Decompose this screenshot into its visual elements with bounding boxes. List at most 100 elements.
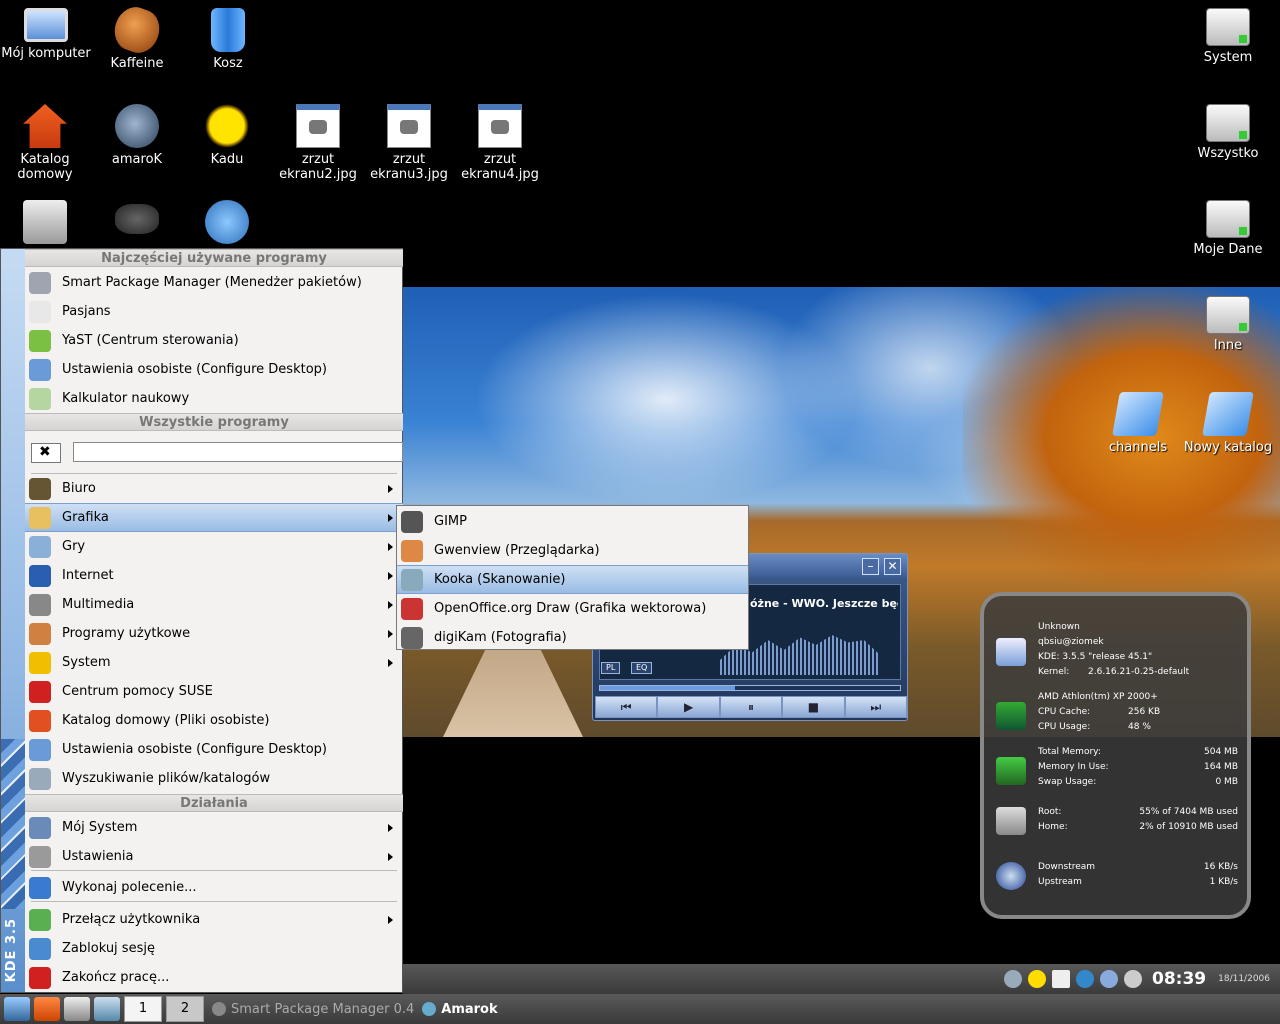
menu-item-action[interactable]: Ustawienia xyxy=(25,842,403,871)
submenu-arrow-icon xyxy=(388,600,393,609)
submenu-item[interactable]: Gwenview (Przeglądarka) xyxy=(397,536,748,565)
pager-desktop-2[interactable]: 2 xyxy=(166,996,204,1022)
menu-item-action[interactable]: Przełącz użytkownika xyxy=(25,905,403,934)
amarok-tray-icon[interactable] xyxy=(1076,970,1094,988)
volume-icon[interactable] xyxy=(1004,970,1022,988)
clock[interactable]: 08:39 xyxy=(1152,969,1206,989)
task-amarok[interactable]: Amarok xyxy=(422,996,498,1022)
desktop-icon-other-drive[interactable]: Inne xyxy=(1183,296,1273,353)
klipper-icon[interactable] xyxy=(1052,970,1070,988)
desktop-icon-amarok[interactable]: amaroK xyxy=(92,104,182,167)
menu-item-category[interactable]: Multimedia xyxy=(25,590,403,619)
menu-item-label: Katalog domowy (Pliki osobiste) xyxy=(62,713,270,728)
menu-item-category[interactable]: Ustawienia osobiste (Configure Desktop) xyxy=(25,735,403,764)
equalizer-button[interactable]: EQ xyxy=(631,662,653,674)
network-icon[interactable] xyxy=(1100,970,1118,988)
package-manager-icon xyxy=(212,1002,226,1016)
task-label: Smart Package Manager 0.4 xyxy=(231,1001,415,1017)
network-value: 16 KB/s xyxy=(1203,862,1238,872)
realplayer-icon xyxy=(205,200,249,244)
harddisk-icon xyxy=(996,807,1026,835)
desktop-icon-home[interactable]: Katalog domowy xyxy=(0,104,90,182)
pause-button[interactable]: ⏸ xyxy=(719,696,783,718)
menu-item-category[interactable]: Katalog domowy (Pliki osobiste) xyxy=(25,706,403,735)
pager-desktop-1[interactable]: 1 xyxy=(124,996,162,1022)
submenu-item[interactable]: digiKam (Fotografia) xyxy=(397,623,748,652)
submenu-arrow-icon xyxy=(388,571,393,580)
play-button[interactable]: ▶ xyxy=(657,696,720,718)
desktop-icon-trash[interactable]: Kosz xyxy=(183,8,273,71)
kmenu-button-icon[interactable] xyxy=(4,997,30,1021)
menu-item-frequent[interactable]: Smart Package Manager (Menedżer pakietów… xyxy=(25,268,403,297)
suse-updater-icon[interactable] xyxy=(1124,970,1142,988)
desktop-icon-gimp[interactable] xyxy=(92,204,182,246)
menu-item-category[interactable]: Programy użytkowe xyxy=(25,619,403,648)
home-icon[interactable] xyxy=(34,997,60,1021)
menu-item-category[interactable]: System xyxy=(25,648,403,677)
kicker-panel-lower: 1 2 Smart Package Manager 0.4 Amarok xyxy=(0,994,1280,1024)
stop-button[interactable]: ■ xyxy=(782,696,845,718)
seek-fill xyxy=(600,686,735,690)
minimize-button[interactable]: – xyxy=(862,558,879,575)
next-button[interactable]: ⏭ xyxy=(844,696,908,718)
menu-item-action[interactable]: Zablokuj sesję xyxy=(25,934,403,963)
section-header-all: Wszystkie programy xyxy=(25,413,403,431)
desktop-icon-kaffeine[interactable]: Kaffeine xyxy=(92,1,182,71)
menu-item-category[interactable]: Grafika xyxy=(25,503,403,532)
playlist-button[interactable]: PL xyxy=(601,662,621,674)
kde-start-menu: KDE 3.5 Najczęściej używane programy Wsz… xyxy=(0,248,403,993)
menu-item-frequent[interactable]: Pasjans xyxy=(25,297,403,326)
games-icon xyxy=(29,535,51,558)
submenu-item[interactable]: GIMP xyxy=(397,507,748,536)
graphics-icon xyxy=(29,506,51,529)
desktop-icon-printer[interactable] xyxy=(0,200,90,246)
seek-slider[interactable] xyxy=(599,685,901,691)
menu-item-action[interactable]: Wykonaj polecenie... xyxy=(25,873,403,902)
menu-item-action[interactable]: Zakończ pracę... xyxy=(25,963,403,992)
desktop-icon-all-drive[interactable]: Wszystko xyxy=(1183,104,1273,161)
desktop-icon-new-folder[interactable]: Nowy katalog xyxy=(1183,392,1273,455)
submenu-item[interactable]: OpenOffice.org Draw (Grafika wektorowa) xyxy=(397,594,748,623)
desktop-icon-system-drive[interactable]: System xyxy=(1183,8,1273,65)
menu-item-category[interactable]: Gry xyxy=(25,532,403,561)
kmenu-sidebar: KDE 3.5 xyxy=(1,249,25,992)
kicker-panel-upper: 08:39 18/11/2006 xyxy=(403,964,1280,994)
kadu-sun-icon[interactable] xyxy=(1028,970,1046,988)
menu-item-frequent[interactable]: Kalkulator naukowy xyxy=(25,384,403,413)
menu-item-frequent[interactable]: Ustawienia osobiste (Configure Desktop) xyxy=(25,355,403,384)
desktop-icon-channels[interactable]: channels xyxy=(1093,392,1183,455)
drive-icon xyxy=(1206,8,1250,46)
kadu-sun-icon xyxy=(205,104,249,148)
desktop-icon-label: Inne xyxy=(1213,338,1243,353)
task-label: Amarok xyxy=(441,1001,498,1017)
clear-search-icon[interactable] xyxy=(31,443,61,463)
kde-version-label: KDE 3.5 xyxy=(4,917,19,982)
previous-button[interactable]: ⏮ xyxy=(595,696,658,718)
desktop-icon-my-computer[interactable]: Mój komputer xyxy=(1,8,91,61)
task-smart[interactable]: Smart Package Manager 0.4 xyxy=(212,996,414,1022)
desktop-icon-mydata-drive[interactable]: Moje Dane xyxy=(1183,200,1273,257)
scanner-icon xyxy=(401,568,423,591)
konsole-icon[interactable] xyxy=(64,997,90,1021)
switch-user-icon xyxy=(29,908,51,931)
menu-item-category[interactable]: Biuro xyxy=(25,474,403,503)
desktop-icon-kadu[interactable]: Kadu xyxy=(182,104,272,167)
desktop-icon-screenshot3[interactable]: zrzut ekranu3.jpg xyxy=(364,104,454,182)
menu-item-category[interactable]: Centrum pomocy SUSE xyxy=(25,677,403,706)
menu-item-category[interactable]: Wyszukiwanie plików/katalogów xyxy=(25,764,403,793)
search-input[interactable] xyxy=(73,442,403,462)
memory-icon xyxy=(996,757,1026,785)
home-icon xyxy=(29,709,51,732)
show-desktop-icon[interactable] xyxy=(94,997,120,1021)
menu-item-action[interactable]: Mój System xyxy=(25,813,403,842)
desktop-icon-screenshot4[interactable]: zrzut ekranu4.jpg xyxy=(455,104,545,182)
menu-item-frequent[interactable]: YaST (Centrum sterowania) xyxy=(25,326,403,355)
menu-item-label: Gwenview (Przeglądarka) xyxy=(434,543,600,558)
submenu-item[interactable]: Kooka (Skanowanie) xyxy=(397,565,748,594)
computer-icon xyxy=(996,638,1026,666)
desktop-icon-realplayer[interactable] xyxy=(182,200,272,246)
drive-icon xyxy=(1206,200,1250,238)
desktop-icon-screenshot2[interactable]: zrzut ekranu2.jpg xyxy=(273,104,363,182)
close-button[interactable]: ✕ xyxy=(884,558,901,575)
menu-item-category[interactable]: Internet xyxy=(25,561,403,590)
